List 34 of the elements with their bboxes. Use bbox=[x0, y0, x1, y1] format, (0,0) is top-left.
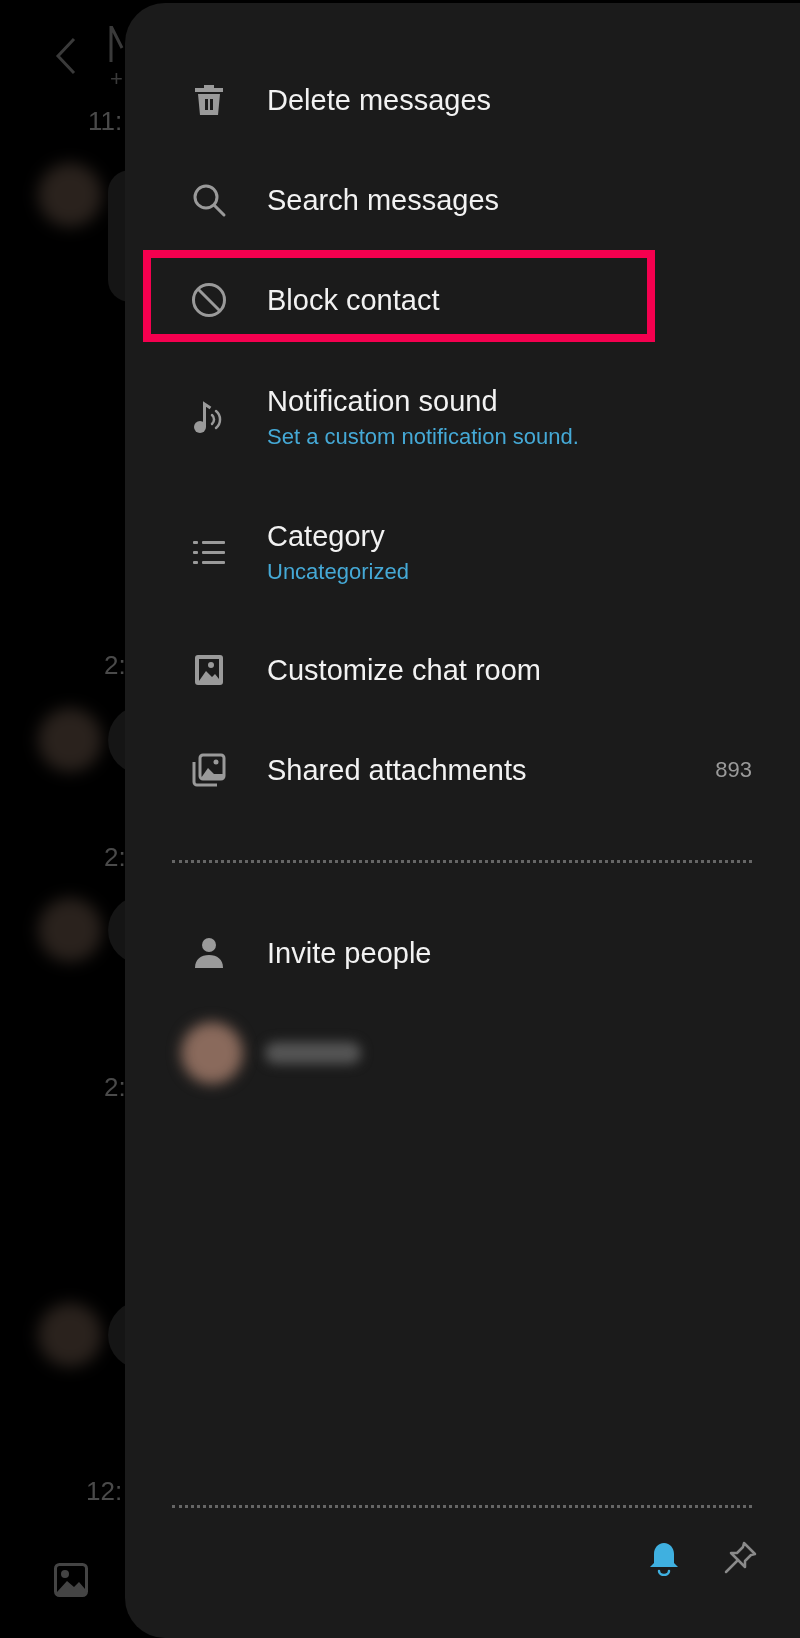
menu-item-subtitle: Set a custom notification sound. bbox=[267, 424, 580, 450]
message-time: 2: bbox=[104, 842, 126, 873]
menu-item-title: Notification sound bbox=[267, 385, 499, 418]
menu-item[interactable]: Notification sound Set a custom notification sound. bbox=[125, 350, 800, 485]
menu-item-subtitle: Uncategorized bbox=[267, 559, 410, 585]
menu-item-title: Category bbox=[267, 520, 386, 553]
menu-item[interactable]: Shared attachments 893 bbox=[125, 720, 800, 820]
invite-item[interactable]: Invite people bbox=[125, 903, 800, 1003]
menu-item-title: Shared attachments bbox=[267, 753, 528, 787]
invite-label: Invite people bbox=[267, 936, 433, 970]
avatar bbox=[38, 708, 102, 772]
menu-item-title: Customize chat room bbox=[267, 653, 542, 687]
avatar bbox=[38, 1303, 102, 1367]
menu-item-title: Block contact bbox=[267, 283, 441, 317]
avatar bbox=[38, 898, 102, 962]
message-time: 2: bbox=[104, 650, 126, 681]
avatar bbox=[38, 163, 102, 227]
block-icon bbox=[191, 282, 227, 318]
message-time: 11: bbox=[88, 106, 123, 137]
menu-item[interactable]: Delete messages bbox=[125, 50, 800, 150]
menu-item[interactable]: Search messages bbox=[125, 150, 800, 250]
message-time: 12: bbox=[86, 1476, 123, 1507]
member-avatar bbox=[181, 1022, 243, 1084]
menu-item[interactable]: Customize chat room bbox=[125, 620, 800, 720]
menu-item-title: Delete messages bbox=[267, 83, 493, 117]
search-icon bbox=[191, 182, 227, 218]
message-time: 2: bbox=[104, 1072, 126, 1103]
menu-item-title: Search messages bbox=[267, 183, 501, 217]
attachment-count: 893 bbox=[715, 757, 752, 783]
images-icon bbox=[191, 752, 227, 788]
chat-subtitle: + bbox=[110, 66, 123, 92]
menu-item[interactable]: Block contact bbox=[125, 250, 800, 350]
menu-item[interactable]: Category Uncategorized bbox=[125, 485, 800, 620]
pin-icon[interactable] bbox=[722, 1540, 758, 1576]
